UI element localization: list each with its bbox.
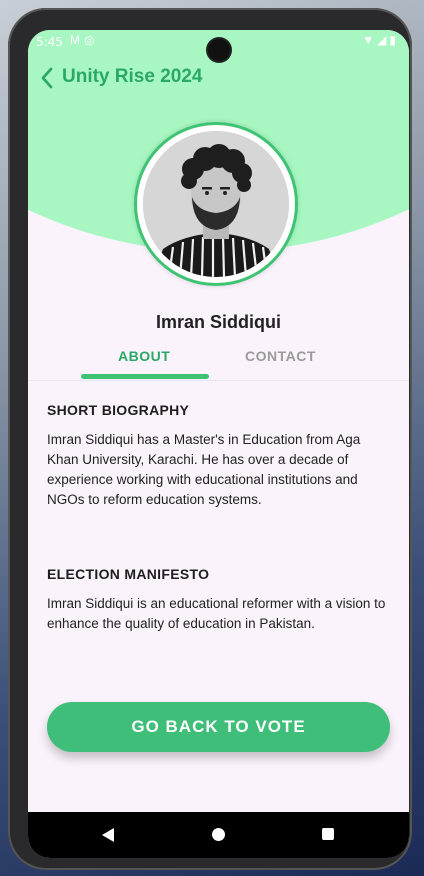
- system-icons: ▼◢▮: [362, 33, 399, 47]
- status-time: 5:45: [36, 35, 63, 49]
- biography-title: SHORT BIOGRAPHY: [47, 402, 190, 418]
- wifi-icon: ▼: [362, 33, 378, 47]
- signal-icon: ◢: [377, 33, 390, 47]
- nav-home-icon[interactable]: [212, 828, 225, 841]
- tab-contact[interactable]: CONTACT: [245, 348, 316, 364]
- system-nav-bar: [28, 812, 409, 858]
- avatar: [143, 131, 289, 277]
- camera-cutout: [208, 39, 230, 61]
- gmail-icon: M: [70, 33, 84, 47]
- sync-icon: ◎: [84, 33, 99, 47]
- avatar-portrait: [143, 131, 289, 277]
- back-button[interactable]: [36, 64, 60, 92]
- tab-about[interactable]: ABOUT: [118, 348, 170, 364]
- candidate-name: Imran Siddiqui: [155, 312, 281, 332]
- app-screen: 5:45 M◎ ▼◢▮ Unity Rise 2024 Imran Siddiq…: [28, 30, 409, 858]
- tab-indicator: [81, 374, 209, 379]
- nav-recents-icon[interactable]: [322, 828, 334, 840]
- manifesto-text: Imran Siddiqui is an educational reforme…: [47, 596, 386, 631]
- nav-back-icon[interactable]: [101, 827, 115, 843]
- biography-text: Imran Siddiqui has a Master's in Educati…: [47, 432, 361, 507]
- chevron-left-icon: [41, 67, 53, 89]
- go-back-to-vote-button[interactable]: GO BACK TO VOTE: [47, 702, 390, 752]
- manifesto-title: ELECTION MANIFESTO: [47, 566, 210, 582]
- app-title: Unity Rise 2024: [62, 66, 203, 87]
- avatar-frame: [134, 122, 298, 286]
- notification-icons: M◎: [70, 33, 98, 47]
- tab-divider: [28, 380, 409, 381]
- battery-icon: ▮: [389, 33, 399, 47]
- app-bar: Unity Rise 2024: [28, 64, 409, 94]
- phone-frame: 5:45 M◎ ▼◢▮ Unity Rise 2024 Imran Siddiq…: [8, 8, 412, 870]
